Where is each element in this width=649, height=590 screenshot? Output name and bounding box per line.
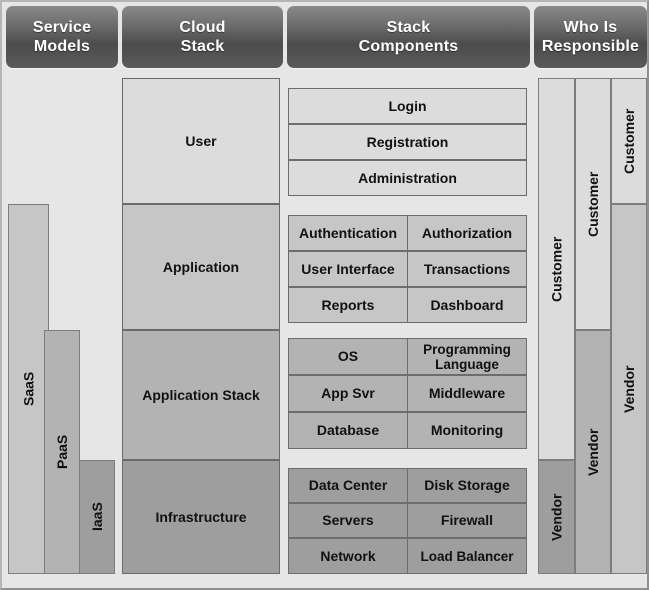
header-cloud-stack: Cloud Stack: [122, 6, 283, 68]
stack-component-user-interface-label: User Interface: [301, 260, 395, 277]
header-stack-components: Stack Components: [287, 6, 530, 68]
stack-component-database[interactable]: Database: [288, 412, 408, 449]
responsibility-iaas-customer-label: Customer: [621, 108, 637, 174]
responsibility-saas-customer-label: Customer: [548, 236, 565, 302]
service-model-bar-iaas[interactable]: IaaS: [79, 460, 115, 574]
header-cloud-stack-line2: Stack: [180, 38, 225, 55]
header-service-models: Service Models: [6, 6, 118, 68]
responsibility-saas-vendor-label: Vendor: [548, 493, 565, 541]
stack-component-login[interactable]: Login: [288, 88, 527, 124]
header-who-is-responsible-line2: Responsible: [541, 38, 640, 55]
stack-component-network[interactable]: Network: [288, 538, 408, 574]
responsibility-paas-customer-label: Customer: [585, 171, 601, 237]
stack-component-network-label: Network: [320, 547, 376, 564]
stack-component-app-svr[interactable]: App Svr: [288, 375, 408, 412]
cloud-stack-application-stack[interactable]: Application Stack: [122, 330, 280, 460]
stack-component-registration[interactable]: Registration: [288, 124, 527, 160]
responsibility-iaas-customer[interactable]: Customer: [611, 78, 647, 204]
header-stack-components-line1: Stack: [386, 19, 431, 36]
header-who-is-responsible: Who Is Responsible: [534, 6, 647, 68]
stack-component-middleware-label: Middleware: [428, 385, 506, 401]
responsibility-saas-vendor[interactable]: Vendor: [538, 460, 575, 574]
stack-component-os[interactable]: OS: [288, 338, 408, 375]
cloud-stack-application-label: Application: [162, 259, 240, 275]
service-model-bar-saas[interactable]: SaaS: [8, 204, 49, 574]
header-stack-components-line2: Components: [358, 38, 459, 55]
stack-component-reports-label: Reports: [321, 296, 375, 313]
stack-component-firewall[interactable]: Firewall: [407, 503, 527, 538]
stack-component-programming-language[interactable]: Programming Language: [407, 338, 527, 375]
stack-component-dashboard-label: Dashboard: [430, 296, 504, 313]
responsibility-iaas-vendor-label: Vendor: [621, 365, 637, 413]
stack-component-reports[interactable]: Reports: [288, 287, 408, 323]
cloud-stack-application[interactable]: Application: [122, 204, 280, 330]
cloud-stack-user-label: User: [185, 133, 217, 149]
stack-component-disk-storage[interactable]: Disk Storage: [407, 468, 527, 503]
stack-component-monitoring[interactable]: Monitoring: [407, 412, 527, 449]
stack-component-registration-label: Registration: [366, 133, 449, 150]
stack-component-servers-label: Servers: [322, 512, 374, 528]
stack-component-login-label: Login: [388, 97, 427, 114]
cloud-stack-application-stack-label: Application Stack: [142, 387, 260, 403]
stack-component-monitoring-label: Monitoring: [430, 422, 504, 438]
header-cloud-stack-line1: Cloud: [179, 19, 226, 36]
diagram-root: Service Models Cloud Stack Stack Compone…: [0, 0, 649, 590]
stack-component-administration[interactable]: Administration: [288, 160, 527, 196]
cloud-stack-infrastructure-label: Infrastructure: [155, 509, 247, 525]
stack-component-os-label: OS: [337, 348, 359, 364]
responsibility-paas-customer[interactable]: Customer: [575, 78, 611, 330]
service-model-label-iaas: IaaS: [89, 502, 105, 532]
stack-component-authentication[interactable]: Authentication: [288, 215, 408, 251]
stack-component-authentication-label: Authentication: [299, 224, 397, 241]
responsibility-paas-vendor-label: Vendor: [585, 428, 601, 476]
service-model-label-saas: SaaS: [20, 371, 37, 407]
stack-component-authorization[interactable]: Authorization: [407, 215, 527, 251]
stack-component-transactions-label: Transactions: [423, 260, 511, 277]
header-service-models-line1: Service: [32, 19, 92, 36]
stack-component-middleware[interactable]: Middleware: [407, 375, 527, 412]
stack-component-servers[interactable]: Servers: [288, 503, 408, 538]
stack-component-user-interface[interactable]: User Interface: [288, 251, 408, 287]
stack-component-load-balancer[interactable]: Load Balancer: [407, 538, 527, 574]
stack-component-disk-storage-label: Disk Storage: [424, 477, 510, 493]
stack-component-authorization-label: Authorization: [421, 224, 513, 241]
responsibility-paas-vendor[interactable]: Vendor: [575, 330, 611, 574]
stack-component-administration-label: Administration: [358, 169, 457, 186]
stack-component-app-svr-label: App Svr: [321, 385, 375, 401]
stack-component-data-center[interactable]: Data Center: [288, 468, 408, 503]
stack-component-programming-language-label: Programming Language: [423, 341, 511, 372]
responsibility-iaas-vendor[interactable]: Vendor: [611, 204, 647, 574]
service-model-bar-paas[interactable]: PaaS: [44, 330, 80, 574]
stack-component-transactions[interactable]: Transactions: [407, 251, 527, 287]
stack-component-data-center-label: Data Center: [308, 477, 388, 493]
header-who-is-responsible-line1: Who Is: [563, 19, 618, 36]
stack-component-firewall-label: Firewall: [440, 512, 494, 528]
stack-component-database-label: Database: [316, 422, 380, 438]
service-model-label-paas: PaaS: [54, 434, 70, 470]
header-service-models-line2: Models: [33, 38, 91, 55]
stack-component-dashboard[interactable]: Dashboard: [407, 287, 527, 323]
responsibility-saas-customer[interactable]: Customer: [538, 78, 575, 460]
stack-component-load-balancer-label: Load Balancer: [420, 548, 514, 564]
cloud-stack-user[interactable]: User: [122, 78, 280, 204]
cloud-stack-infrastructure[interactable]: Infrastructure: [122, 460, 280, 574]
